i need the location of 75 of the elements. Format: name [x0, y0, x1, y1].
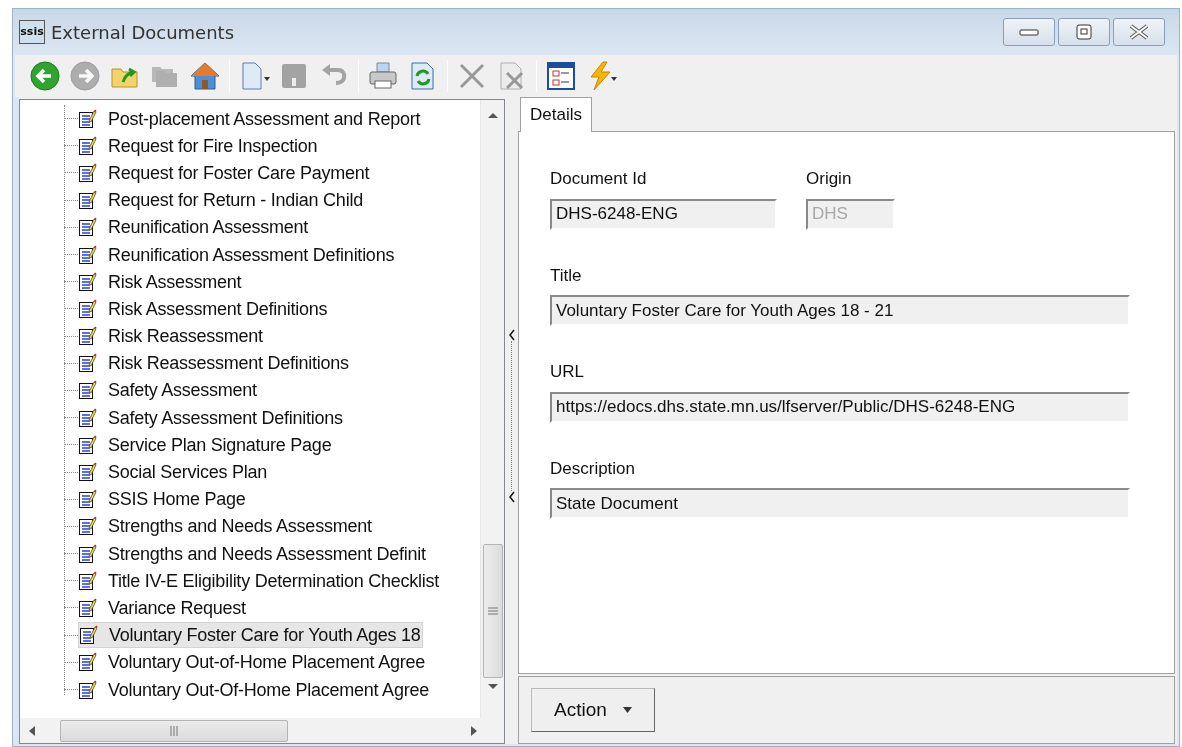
document-icon — [78, 326, 97, 347]
details-tab[interactable]: Details — [520, 96, 592, 132]
document-icon — [78, 543, 97, 564]
tree-item[interactable]: Safety Assessment Definitions — [78, 404, 345, 431]
tree-item[interactable]: Voluntary Foster Care for Youth Ages 18 — [78, 622, 424, 649]
field-label: Title — [550, 264, 583, 287]
document-icon — [78, 298, 97, 319]
tree-item[interactable]: Reunification Assessment — [78, 214, 311, 241]
tree-item[interactable]: Risk Assessment Definitions — [78, 295, 330, 322]
text-field[interactable]: https://edocs.dhs.state.mn.us/lfserver/Public/DHS-6248-ENG — [550, 391, 1130, 423]
document-icon — [79, 625, 98, 646]
app-logo: ssis — [19, 20, 45, 44]
document-icon — [78, 489, 97, 510]
tree-item[interactable]: Voluntary Out-of-Home Placement Agree — [78, 649, 427, 676]
close-icon — [1128, 24, 1150, 40]
tree-item[interactable]: Risk Assessment — [78, 268, 244, 295]
field-label: Description — [550, 457, 637, 480]
tree-item[interactable]: Reunification Assessment Definitions — [78, 241, 397, 268]
document-icon — [78, 108, 97, 129]
scrollbar-thumb[interactable] — [60, 719, 288, 742]
tree-item[interactable]: Request for Fire Inspection — [78, 132, 320, 159]
document-icon — [78, 271, 97, 292]
checklist-icon[interactable] — [545, 60, 577, 92]
scroll-right-icon[interactable] — [470, 724, 478, 737]
field-label: URL — [550, 361, 585, 383]
action-button[interactable]: Action — [531, 688, 655, 732]
document-icon — [78, 162, 97, 183]
document-icon — [78, 679, 97, 700]
document-icon — [78, 353, 97, 374]
document-icon — [78, 434, 97, 455]
tree-item[interactable]: Voluntary Out-Of-Home Placement Agree — [78, 676, 431, 703]
document-icon — [78, 652, 97, 673]
maximize-icon — [1076, 24, 1092, 40]
document-icon — [78, 190, 97, 211]
document-icon — [78, 244, 97, 265]
printer-icon[interactable] — [367, 60, 399, 92]
scroll-up-icon[interactable] — [486, 110, 499, 120]
tree-item[interactable]: Social Services Plan — [78, 459, 270, 486]
caret-icon — [622, 706, 632, 714]
document-icon — [78, 516, 97, 537]
document-icon — [78, 380, 97, 401]
document-icon — [78, 570, 97, 591]
tree-item[interactable]: Request for Return - Indian Child — [78, 187, 365, 214]
tree-item[interactable]: Strengths and Needs Assessment — [78, 513, 374, 540]
document-icon — [78, 462, 97, 483]
maximize-button[interactable] — [1058, 18, 1110, 46]
scroll-left-icon[interactable] — [28, 724, 36, 737]
tree-item[interactable]: Request for Foster Care Payment — [78, 159, 372, 186]
vertical-scrollbar[interactable] — [480, 100, 504, 718]
tree-item[interactable]: Safety Assessment — [78, 377, 259, 404]
field-label: Origin — [806, 168, 853, 190]
text-field[interactable]: State Document — [550, 488, 1130, 519]
document-icon — [78, 217, 97, 238]
minimize-button[interactable] — [1003, 18, 1055, 46]
scroll-down-icon[interactable] — [486, 682, 499, 692]
text-field[interactable]: Voluntary Foster Care for Youth Ages 18 - 21 — [550, 295, 1130, 326]
close-button[interactable] — [1113, 18, 1165, 46]
minimize-icon — [1019, 27, 1039, 37]
document-icon — [78, 597, 97, 618]
tree-item[interactable]: Post-placement Assessment and Report — [78, 105, 423, 132]
window-title: External Documents — [51, 20, 235, 45]
horizontal-scrollbar[interactable] — [20, 718, 504, 743]
tree-item[interactable]: Variance Request — [78, 594, 248, 621]
document-icon — [78, 407, 97, 428]
tree-item[interactable]: Risk Reassessment Definitions — [78, 350, 351, 377]
tree-item[interactable]: Service Plan Signature Page — [78, 431, 334, 458]
tree-item[interactable]: Risk Reassessment — [78, 323, 265, 350]
text-field[interactable]: DHS-6248-ENG — [550, 198, 777, 230]
tree-item[interactable]: Title IV-E Eligibility Determination Checklist — [78, 567, 441, 594]
tree-item[interactable]: Strengths and Needs Assessment Definit — [78, 540, 428, 567]
scrollbar-thumb[interactable] — [482, 544, 503, 678]
document-icon — [78, 135, 97, 156]
house-icon[interactable] — [189, 60, 221, 92]
field-label: Document Id — [550, 168, 648, 190]
tree-item[interactable]: SSIS Home Page — [78, 486, 248, 513]
